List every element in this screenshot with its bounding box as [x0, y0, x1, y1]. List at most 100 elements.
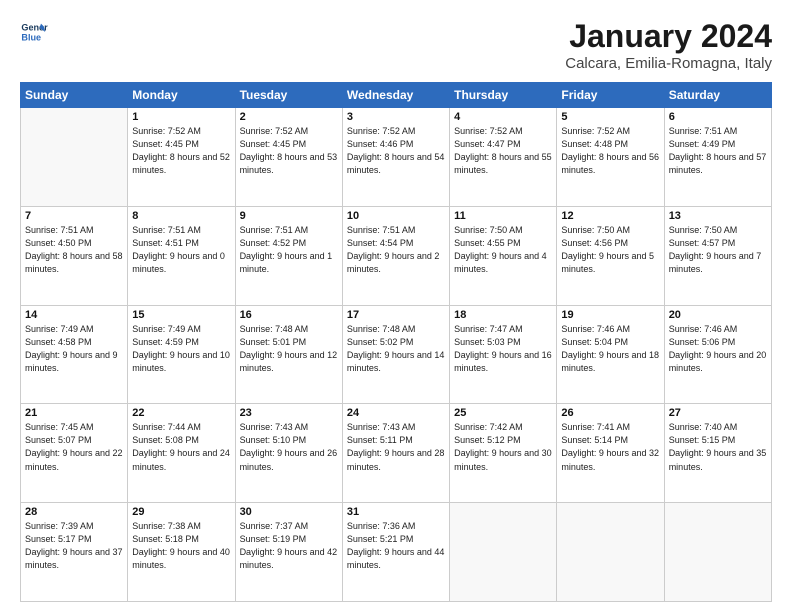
week-row-2: 7 Sunrise: 7:51 AMSunset: 4:50 PMDaylight…: [21, 206, 772, 305]
cell-3-3: 24Sunrise: 7:43 AMSunset: 5:11 PMDayligh…: [342, 404, 449, 503]
day-number: 20: [669, 309, 767, 321]
col-tuesday: Tuesday: [235, 83, 342, 108]
day-number: 23: [240, 407, 338, 419]
col-saturday: Saturday: [664, 83, 771, 108]
day-number: 9: [240, 210, 338, 222]
cell-info: Sunrise: 7:52 AMSunset: 4:45 PMDaylight:…: [132, 125, 230, 177]
cell-info: Sunrise: 7:47 AMSunset: 5:03 PMDaylight:…: [454, 323, 552, 375]
cell-info: Sunrise: 7:51 AMSunset: 4:54 PMDaylight:…: [347, 224, 445, 276]
day-number: 10: [347, 210, 445, 222]
day-number: 19: [561, 309, 659, 321]
cell-1-0: 7 Sunrise: 7:51 AMSunset: 4:50 PMDaylight…: [21, 206, 128, 305]
cell-info: Sunrise: 7:52 AMSunset: 4:46 PMDaylight:…: [347, 125, 445, 177]
day-number: 30: [240, 506, 338, 518]
cell-3-6: 27Sunrise: 7:40 AMSunset: 5:15 PMDayligh…: [664, 404, 771, 503]
day-number: 18: [454, 309, 552, 321]
cell-info: Sunrise: 7:46 AMSunset: 5:04 PMDaylight:…: [561, 323, 659, 375]
cell-3-0: 21 Sunrise: 7:45 AMSunset: 5:07 PMDayligh…: [21, 404, 128, 503]
cell-info: Sunrise: 7:52 AMSunset: 4:48 PMDaylight:…: [561, 125, 659, 177]
cell-1-3: 10 Sunrise: 7:51 AMSunset: 4:54 PMDayligh…: [342, 206, 449, 305]
cell-1-4: 11 Sunrise: 7:50 AMSunset: 4:55 PMDayligh…: [450, 206, 557, 305]
cell-info: Sunrise: 7:50 AMSunset: 4:55 PMDaylight:…: [454, 224, 552, 276]
cell-info: Sunrise: 7:50 AMSunset: 4:56 PMDaylight:…: [561, 224, 659, 276]
day-number: 4: [454, 111, 552, 123]
cell-info: Sunrise: 7:52 AMSunset: 4:47 PMDaylight:…: [454, 125, 552, 177]
day-number: 26: [561, 407, 659, 419]
cell-2-3: 17 Sunrise: 7:48 AMSunset: 5:02 PMDayligh…: [342, 305, 449, 404]
week-row-3: 14 Sunrise: 7:49 AMSunset: 4:58 PMDayligh…: [21, 305, 772, 404]
day-number: 17: [347, 309, 445, 321]
cell-2-6: 20Sunrise: 7:46 AMSunset: 5:06 PMDayligh…: [664, 305, 771, 404]
cell-1-1: 8Sunrise: 7:51 AMSunset: 4:51 PMDaylight…: [128, 206, 235, 305]
day-number: 5: [561, 111, 659, 123]
col-thursday: Thursday: [450, 83, 557, 108]
cell-4-3: 31Sunrise: 7:36 AMSunset: 5:21 PMDayligh…: [342, 503, 449, 602]
cell-0-6: 6Sunrise: 7:51 AMSunset: 4:49 PMDaylight…: [664, 108, 771, 207]
col-monday: Monday: [128, 83, 235, 108]
day-number: 3: [347, 111, 445, 123]
cell-0-1: 1 Sunrise: 7:52 AMSunset: 4:45 PMDaylight…: [128, 108, 235, 207]
day-number: 6: [669, 111, 767, 123]
col-friday: Friday: [557, 83, 664, 108]
cell-info: Sunrise: 7:41 AMSunset: 5:14 PMDaylight:…: [561, 421, 659, 473]
cell-info: Sunrise: 7:48 AMSunset: 5:02 PMDaylight:…: [347, 323, 445, 375]
cell-info: Sunrise: 7:48 AMSunset: 5:01 PMDaylight:…: [240, 323, 338, 375]
day-number: 16: [240, 309, 338, 321]
cell-info: Sunrise: 7:52 AMSunset: 4:45 PMDaylight:…: [240, 125, 338, 177]
day-number: 14: [25, 309, 123, 321]
col-wednesday: Wednesday: [342, 83, 449, 108]
sub-title: Calcara, Emilia-Romagna, Italy: [565, 55, 772, 72]
cell-2-0: 14 Sunrise: 7:49 AMSunset: 4:58 PMDayligh…: [21, 305, 128, 404]
cell-info: Sunrise: 7:44 AMSunset: 5:08 PMDaylight:…: [132, 421, 230, 473]
day-number: 21: [25, 407, 123, 419]
cell-4-5: [557, 503, 664, 602]
title-block: January 2024 Calcara, Emilia-Romagna, It…: [565, 18, 772, 72]
cell-1-5: 12 Sunrise: 7:50 AMSunset: 4:56 PMDayligh…: [557, 206, 664, 305]
day-number: 28: [25, 506, 123, 518]
day-number: 2: [240, 111, 338, 123]
cell-4-4: [450, 503, 557, 602]
cell-info: Sunrise: 7:36 AMSunset: 5:21 PMDaylight:…: [347, 520, 445, 572]
cell-3-4: 25Sunrise: 7:42 AMSunset: 5:12 PMDayligh…: [450, 404, 557, 503]
header: General Blue January 2024 Calcara, Emili…: [20, 18, 772, 72]
cell-2-1: 15Sunrise: 7:49 AMSunset: 4:59 PMDayligh…: [128, 305, 235, 404]
day-number: 8: [132, 210, 230, 222]
cell-2-4: 18 Sunrise: 7:47 AMSunset: 5:03 PMDayligh…: [450, 305, 557, 404]
cell-3-5: 26 Sunrise: 7:41 AMSunset: 5:14 PMDayligh…: [557, 404, 664, 503]
page: General Blue January 2024 Calcara, Emili…: [0, 0, 792, 612]
cell-0-3: 3 Sunrise: 7:52 AMSunset: 4:46 PMDaylight…: [342, 108, 449, 207]
calendar-table: Sunday Monday Tuesday Wednesday Thursday…: [20, 82, 772, 602]
day-number: 7: [25, 210, 123, 222]
cell-info: Sunrise: 7:43 AMSunset: 5:11 PMDaylight:…: [347, 421, 445, 473]
day-number: 11: [454, 210, 552, 222]
cell-1-6: 13Sunrise: 7:50 AMSunset: 4:57 PMDayligh…: [664, 206, 771, 305]
week-row-4: 21 Sunrise: 7:45 AMSunset: 5:07 PMDayligh…: [21, 404, 772, 503]
cell-info: Sunrise: 7:51 AMSunset: 4:50 PMDaylight:…: [25, 224, 123, 276]
cell-0-4: 4 Sunrise: 7:52 AMSunset: 4:47 PMDaylight…: [450, 108, 557, 207]
cell-2-2: 16 Sunrise: 7:48 AMSunset: 5:01 PMDayligh…: [235, 305, 342, 404]
cell-4-0: 28Sunrise: 7:39 AMSunset: 5:17 PMDayligh…: [21, 503, 128, 602]
cell-info: Sunrise: 7:49 AMSunset: 4:58 PMDaylight:…: [25, 323, 123, 375]
cell-info: Sunrise: 7:45 AMSunset: 5:07 PMDaylight:…: [25, 421, 123, 473]
cell-info: Sunrise: 7:40 AMSunset: 5:15 PMDaylight:…: [669, 421, 767, 473]
cell-0-5: 5 Sunrise: 7:52 AMSunset: 4:48 PMDaylight…: [557, 108, 664, 207]
cell-0-2: 2 Sunrise: 7:52 AMSunset: 4:45 PMDaylight…: [235, 108, 342, 207]
cell-3-1: 22 Sunrise: 7:44 AMSunset: 5:08 PMDayligh…: [128, 404, 235, 503]
logo-icon: General Blue: [20, 18, 48, 46]
day-number: 22: [132, 407, 230, 419]
day-number: 29: [132, 506, 230, 518]
cell-info: Sunrise: 7:49 AMSunset: 4:59 PMDaylight:…: [132, 323, 230, 375]
cell-4-2: 30 Sunrise: 7:37 AMSunset: 5:19 PMDayligh…: [235, 503, 342, 602]
cell-2-5: 19 Sunrise: 7:46 AMSunset: 5:04 PMDayligh…: [557, 305, 664, 404]
week-row-5: 28Sunrise: 7:39 AMSunset: 5:17 PMDayligh…: [21, 503, 772, 602]
cell-info: Sunrise: 7:37 AMSunset: 5:19 PMDaylight:…: [240, 520, 338, 572]
cell-info: Sunrise: 7:50 AMSunset: 4:57 PMDaylight:…: [669, 224, 767, 276]
svg-text:Blue: Blue: [21, 32, 41, 42]
cell-4-6: [664, 503, 771, 602]
day-number: 1: [132, 111, 230, 123]
cell-0-0: [21, 108, 128, 207]
day-number: 12: [561, 210, 659, 222]
cell-1-2: 9 Sunrise: 7:51 AMSunset: 4:52 PMDaylight…: [235, 206, 342, 305]
cell-info: Sunrise: 7:51 AMSunset: 4:52 PMDaylight:…: [240, 224, 338, 276]
main-title: January 2024: [565, 18, 772, 55]
